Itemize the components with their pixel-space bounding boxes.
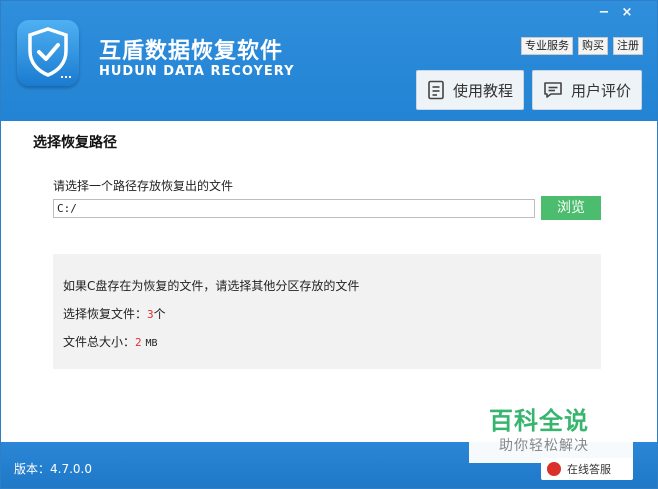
pro-service-button[interactable]: 专业服务 [521, 37, 573, 55]
logo-dots [61, 76, 71, 81]
document-icon [428, 80, 444, 100]
app-title: 互盾数据恢复软件 [99, 39, 284, 64]
selected-files-label: 选择恢复文件： [63, 307, 148, 321]
selected-files-row: 选择恢复文件：3个 [63, 305, 166, 322]
warning-text: 如果C盘存在为恢复的文件，请选择其他分区存放的文件 [63, 279, 360, 293]
app-window: 互盾数据恢复软件 HUDUN DATA RECOYERY − × 专业服务 购买… [0, 0, 658, 489]
online-service-badge: 在线答服 [541, 458, 633, 480]
shield-check-icon [28, 27, 68, 77]
service-logo-icon [547, 462, 561, 476]
path-input[interactable] [53, 199, 535, 218]
buy-button[interactable]: 购买 [578, 37, 608, 55]
info-panel: 如果C盘存在为恢复的文件，请选择其他分区存放的文件 选择恢复文件：3个 文件总大… [53, 254, 601, 369]
minimize-button[interactable]: − [594, 5, 614, 20]
top-links: 专业服务 购买 注册 [521, 37, 643, 55]
total-size-unit: MB [145, 338, 158, 349]
total-size-label: 文件总大小： [63, 335, 136, 349]
total-size-value: 2 [135, 336, 142, 349]
online-service-label: 在线答服 [567, 463, 611, 476]
total-size-row: 文件总大小：2 MB [63, 333, 158, 350]
header-bar: 互盾数据恢复软件 HUDUN DATA RECOYERY − × 专业服务 购买… [1, 1, 657, 121]
register-button[interactable]: 注册 [613, 37, 643, 55]
message-icon [544, 82, 562, 98]
path-prompt: 请选择一个路径存放恢复出的文件 [53, 179, 234, 193]
selected-files-count: 3 [147, 308, 154, 321]
watermark-title: 百科全说 [489, 407, 589, 435]
user-review-button[interactable]: 用户评价 [532, 70, 642, 110]
watermark-subtitle: 助你轻松解决 [499, 438, 589, 454]
watermark: 百科全说 助你轻松解决 [469, 393, 633, 463]
selected-files-unit: 个 [153, 307, 166, 321]
close-button[interactable]: × [617, 5, 637, 20]
user-review-label: 用户评价 [571, 81, 632, 100]
tutorial-label: 使用教程 [453, 81, 514, 100]
tutorial-button[interactable]: 使用教程 [416, 70, 524, 110]
app-logo [17, 20, 79, 86]
section-title: 选择恢复路径 [33, 135, 117, 151]
version-text: 版本：4.7.0.0 [14, 462, 92, 476]
browse-button[interactable]: 浏览 [541, 196, 601, 220]
app-subtitle: HUDUN DATA RECOYERY [99, 64, 295, 79]
